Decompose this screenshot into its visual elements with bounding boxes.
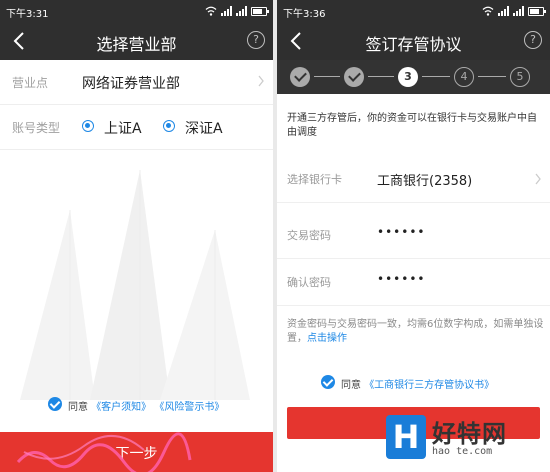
account-type-row: 账号类型 上证A 深证A (0, 105, 273, 150)
chevron-right-icon (535, 173, 541, 185)
battery-icon (251, 6, 269, 16)
status-icons (482, 4, 546, 18)
screen-sign-agreement: 下午3:36 签订存管协议 ? 3 4 5 开通三方存管后，你的资金可以在银行卡… (277, 0, 550, 472)
bank-card-label: 选择银行卡 (287, 173, 342, 186)
signal-icon (221, 6, 232, 16)
account-type-label: 账号类型 (12, 121, 61, 135)
customer-notice-link[interactable]: 《客户须知》 (91, 402, 151, 413)
separate-setting-link[interactable]: 点击操作 (307, 333, 347, 344)
radio-shenzhen-a-label[interactable]: 深证A (185, 118, 223, 138)
title-bar: 选择营业部 ? (0, 22, 273, 60)
depository-agreement-link[interactable]: 《工商银行三方存管协议书》 (364, 380, 494, 391)
signal-icon (498, 6, 509, 16)
bank-card-row[interactable]: 选择银行卡 工商银行(2358) (277, 156, 550, 203)
composite-screens: 下午3:31 选择营业部 ? 营业点 网络证券营业部 账号类型 上证A 深证A … (0, 0, 550, 472)
progress-stepper: 3 4 5 (277, 60, 550, 94)
status-time: 下午3:36 (283, 9, 326, 20)
agreement-text: 同意 《客户须知》 《风险警示书》 (68, 398, 224, 413)
chevron-right-icon (258, 75, 264, 87)
branch-label: 营业点 (12, 76, 49, 90)
password-hint: 资金密码与交易密码一致，均需6位数字构成，如需单独设置，点击操作 (287, 318, 547, 346)
branch-row[interactable]: 营业点 网络证券营业部 (0, 60, 273, 105)
step-3-current: 3 (398, 67, 418, 87)
step-1-done (290, 67, 310, 87)
status-bar: 下午3:31 (0, 0, 273, 22)
step-5: 5 (510, 67, 530, 87)
agreement-prefix: 同意 (68, 402, 88, 413)
signal-icon-2 (236, 6, 247, 16)
step-connector (314, 76, 340, 77)
wifi-icon (482, 6, 494, 16)
confirm-password-label: 确认密码 (287, 276, 331, 289)
agreement-checkbox[interactable] (321, 375, 335, 389)
agreement-text: 同意 《工商银行三方存管协议书》 (341, 376, 494, 391)
agreement-checkbox[interactable] (48, 397, 62, 411)
screen-select-branch: 下午3:31 选择营业部 ? 营业点 网络证券营业部 账号类型 上证A 深证A … (0, 0, 273, 472)
status-icons (205, 4, 269, 18)
radio-shenzhen-a[interactable] (163, 120, 175, 132)
help-icon[interactable]: ? (247, 31, 265, 49)
trade-password-row: 交易密码 •••••• (277, 212, 550, 259)
page-title: 签订存管协议 (365, 35, 462, 54)
background-illustration (20, 170, 250, 400)
step-4: 4 (454, 67, 474, 87)
confirm-password-input[interactable]: •••••• (377, 272, 425, 286)
bank-card-value: 工商银行(2358) (377, 174, 473, 189)
confirm-password-row: 确认密码 •••••• (277, 259, 550, 306)
branch-value: 网络证券营业部 (82, 76, 180, 92)
trade-password-label: 交易密码 (287, 229, 331, 242)
watermark-subtext: hao te.com (432, 446, 493, 457)
risk-warning-link[interactable]: 《风险警示书》 (154, 402, 224, 413)
status-time: 下午3:31 (6, 9, 49, 20)
intro-text: 开通三方存管后，你的资金可以在银行卡与交易账户中自由调度 (287, 113, 537, 138)
step-connector (422, 76, 450, 77)
step-2-done (344, 67, 364, 87)
radio-shanghai-a[interactable] (82, 120, 94, 132)
site-watermark: H 好特网 hao te.com (376, 410, 546, 470)
trade-password-input[interactable]: •••••• (377, 225, 425, 239)
page-title: 选择营业部 (96, 35, 177, 54)
battery-icon (528, 6, 546, 16)
watermark-logo: H (386, 415, 426, 459)
step-connector (478, 76, 506, 77)
agreement-prefix: 同意 (341, 380, 361, 391)
wifi-icon (205, 6, 217, 16)
help-icon[interactable]: ? (524, 31, 542, 49)
watermark-text: 好特网 (432, 420, 507, 448)
step-connector (368, 76, 394, 77)
next-button[interactable]: 下一步 (0, 432, 273, 472)
radio-shanghai-a-label[interactable]: 上证A (104, 118, 142, 138)
status-bar: 下午3:36 (277, 0, 550, 22)
title-bar: 签订存管协议 ? (277, 22, 550, 60)
signal-icon-2 (513, 6, 524, 16)
